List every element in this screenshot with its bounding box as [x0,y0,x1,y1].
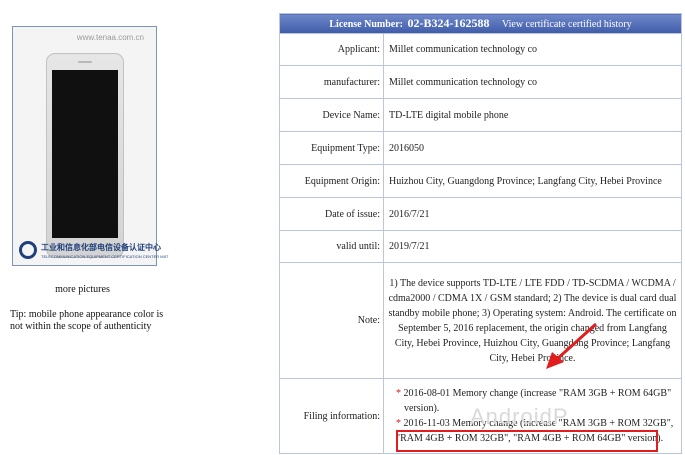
row-equipment-type: Equipment Type: 2016050 [279,131,682,165]
equipment-origin-value: Huizhou City, Guangdong Province; Langfa… [383,164,682,198]
device-name-label: Device Name: [279,98,384,132]
phone-image [46,53,124,258]
license-label: License Number: [329,19,403,30]
row-equipment-origin: Equipment Origin: Huizhou City, Guangdon… [279,164,682,198]
tenaa-logo-cn: 工业和信息化部电信设备认证中心 [41,243,161,252]
filing-star-1: * [396,388,401,399]
equipment-type-value: 2016050 [383,131,682,165]
appearance-tip: Tip: mobile phone appearance color is no… [10,309,164,332]
applicant-value: Millet communication technology co [383,33,682,66]
row-valid-until: valid until: 2019/7/21 [279,230,682,263]
more-pictures-link[interactable]: more pictures [0,284,165,295]
watermark-url: www.tenaa.com.cn [76,33,144,42]
valid-until-value: 2019/7/21 [383,230,682,263]
filing-star-2: * [396,418,401,429]
tenaa-logo: 工业和信息化部电信设备认证中心 TELECOMMUNICATION EQUIPM… [19,241,168,263]
filing-entry-2-cont: "RAM 4GB + ROM 32GB", "RAM 4GB + ROM 64G… [396,433,664,444]
valid-until-label: valid until: [279,230,384,263]
filing-value: * 2016-08-01 Memory change (increase "RA… [383,378,682,454]
note-value: 1) The device supports TD-LTE / LTE FDD … [383,262,682,379]
certificate-header: License Number: 02-B324-162588 View cert… [279,13,682,34]
note-label: Note: [279,262,384,379]
filing-entry-2: 2016-11-03 Memory change (increase "RAM … [403,418,674,429]
row-note: Note: 1) The device supports TD-LTE / LT… [279,262,682,379]
manufacturer-label: manufacturer: [279,65,384,99]
date-of-issue-value: 2016/7/21 [383,197,682,231]
certificate-table: License Number: 02-B324-162588 View cert… [279,13,682,454]
phone-speaker [78,61,92,63]
device-photo-frame[interactable]: www.tenaa.com.cn 工业和信息化部电信设备认证中心 TELECOM… [12,26,168,266]
row-device-name: Device Name: TD-LTE digital mobile phone [279,98,682,132]
phone-screen [52,70,118,238]
tenaa-logo-en: TELECOMMUNICATION EQUIPMENT CERTIFICATIO… [41,254,169,259]
date-of-issue-label: Date of issue: [279,197,384,231]
row-date-of-issue: Date of issue: 2016/7/21 [279,197,682,231]
device-name-value: TD-LTE digital mobile phone [383,98,682,132]
equipment-type-label: Equipment Type: [279,131,384,165]
manufacturer-value: Millet communication technology co [383,65,682,99]
row-filing-information: Filing information: * 2016-08-01 Memory … [279,378,682,454]
equipment-origin-label: Equipment Origin: [279,164,384,198]
filing-entry-1-cont: version). [404,403,440,414]
filing-label: Filing information: [279,378,384,454]
filing-entry-1: 2016-08-01 Memory change (increase "RAM … [403,388,672,399]
applicant-label: Applicant: [279,33,384,66]
certificate-history-link[interactable]: View certificate certified history [502,19,632,30]
row-applicant: Applicant: Millet communication technolo… [279,33,682,66]
row-manufacturer: manufacturer: Millet communication techn… [279,65,682,99]
license-number: 02-B324-162588 [407,16,490,30]
tenaa-logo-icon [19,241,37,259]
